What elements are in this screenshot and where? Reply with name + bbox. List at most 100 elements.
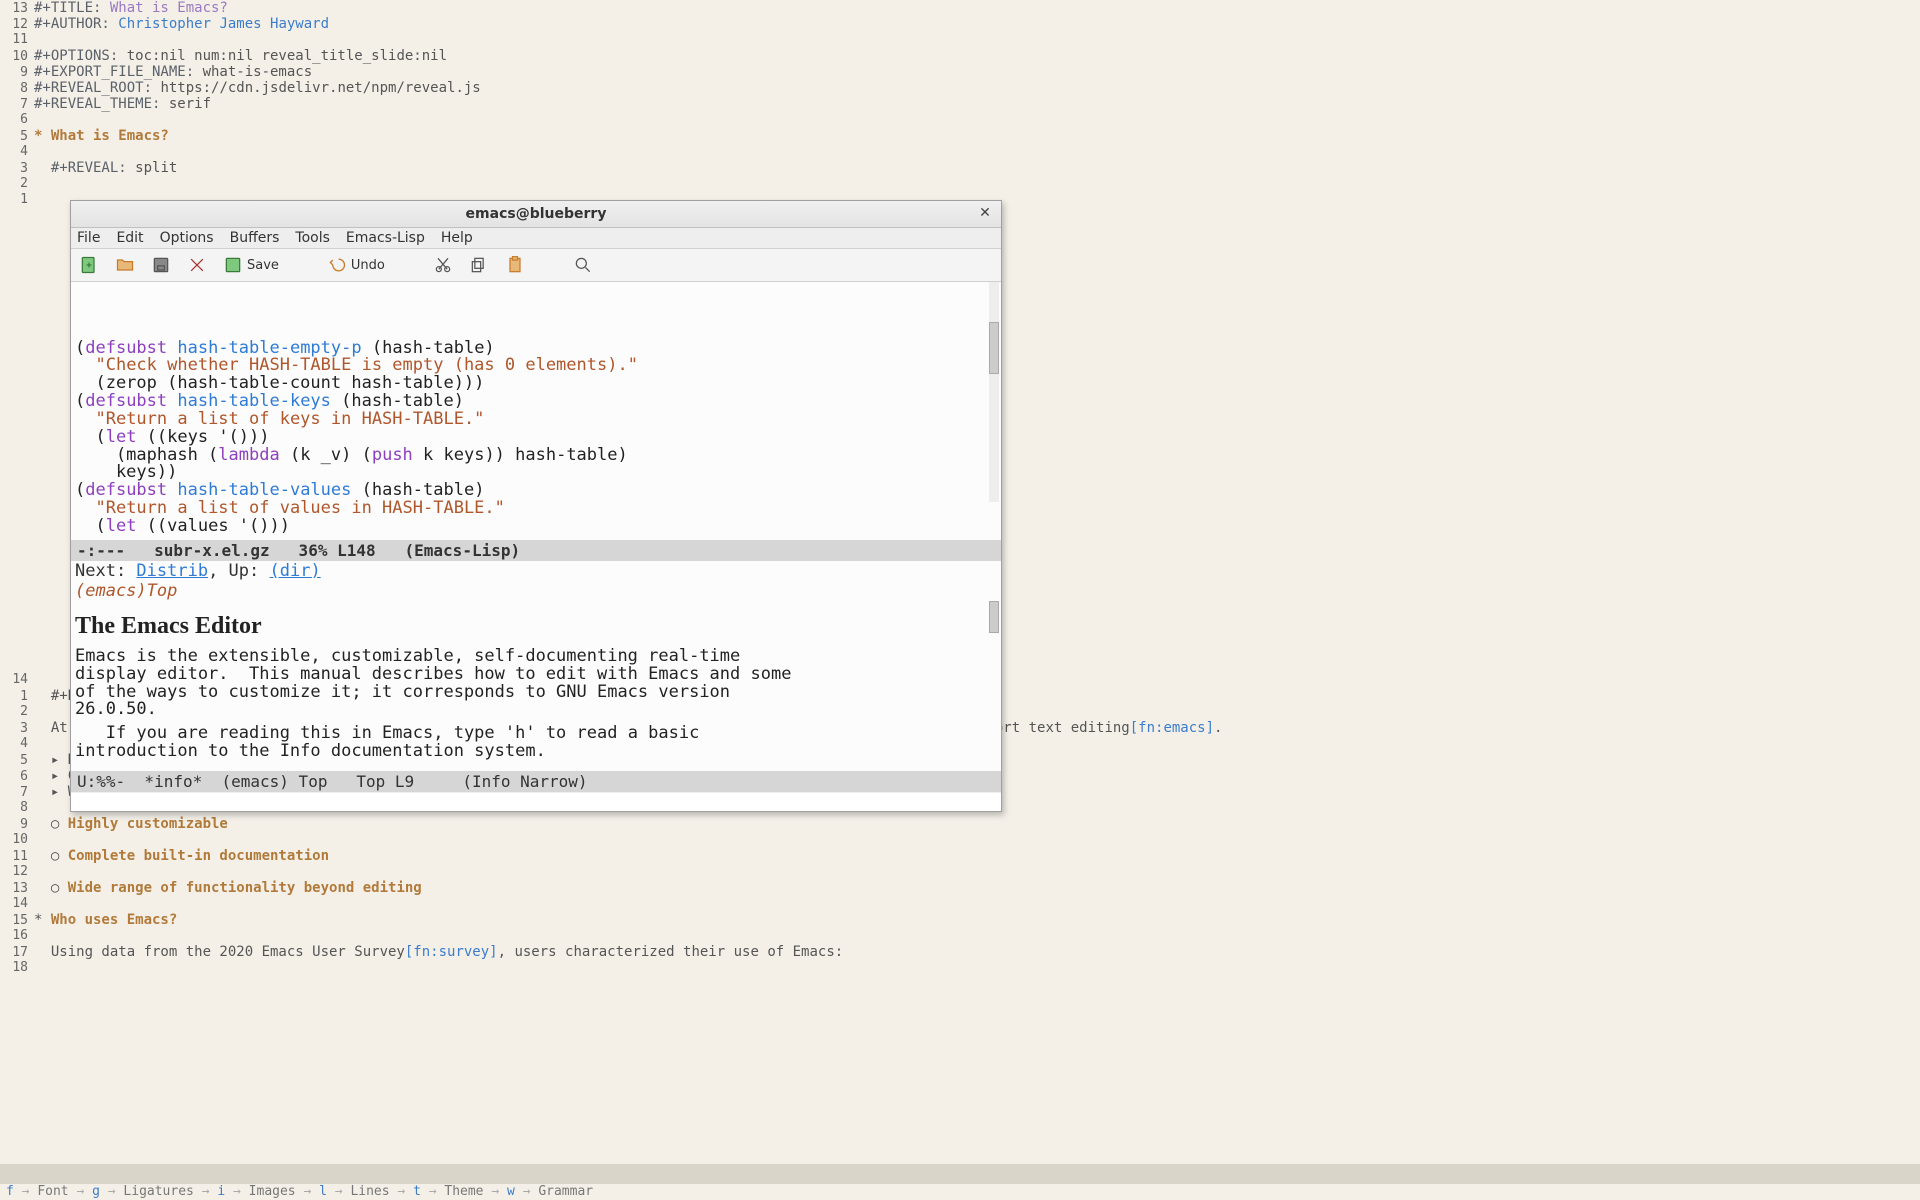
line-content: ○ Complete built-in documentation	[34, 848, 329, 864]
code-line[interactable]: 10#+OPTIONS: toc:nil num:nil reveal_titl…	[0, 48, 1920, 64]
minibar-key[interactable]: l	[319, 1184, 327, 1199]
manual-para-2: If you are reading this in Emacs, type '…	[75, 725, 997, 761]
menu-tools[interactable]: Tools	[295, 230, 330, 246]
inner-modeline-bottom: U:%%- *info* (emacs) Top Top L9 (Info Na…	[71, 771, 1001, 792]
save-button[interactable]: Save	[221, 253, 281, 277]
gutter: 9	[0, 817, 34, 833]
menu-file[interactable]: File	[77, 230, 100, 246]
gutter: 5	[0, 129, 34, 145]
inner-modeline-top: -:--- subr-x.el.gz 36% L148 (Emacs-Lisp)	[71, 540, 1001, 561]
line-content: #+TITLE: What is Emacs?	[34, 0, 228, 16]
code-line[interactable]: 9#+EXPORT_FILE_NAME: what-is-emacs	[0, 64, 1920, 80]
info-next-link[interactable]: Distrib	[136, 561, 208, 581]
gutter: 6	[0, 769, 34, 785]
menu-help[interactable]: Help	[441, 230, 473, 246]
cut-icon[interactable]	[431, 253, 455, 277]
code-line[interactable]: 4	[0, 144, 1920, 160]
code-line[interactable]: 7#+REVEAL_THEME: serif	[0, 96, 1920, 112]
copy-icon[interactable]	[467, 253, 491, 277]
inner-scrollbar-top[interactable]	[989, 282, 999, 502]
code-line[interactable]: 11	[0, 32, 1920, 48]
code-line[interactable]: 3 #+REVEAL: split	[0, 160, 1920, 176]
gutter: 15	[0, 913, 34, 929]
close-icon[interactable]: ✕	[975, 203, 995, 223]
menu-edit[interactable]: Edit	[116, 230, 143, 246]
code-line[interactable]: 17 Using data from the 2020 Emacs User S…	[0, 944, 1920, 960]
inner-minibuffer[interactable]	[71, 792, 1001, 811]
minibar-key[interactable]: f	[6, 1184, 14, 1199]
new-file-icon[interactable]	[77, 253, 101, 277]
gutter: 10	[0, 49, 34, 65]
gutter: 8	[0, 800, 34, 816]
gutter: 8	[0, 81, 34, 97]
close-x-icon[interactable]	[185, 253, 209, 277]
code-line[interactable]: 10	[0, 832, 1920, 848]
search-icon[interactable]	[571, 253, 595, 277]
gutter: 12	[0, 17, 34, 33]
info-manual-pane[interactable]: The Emacs Editor Emacs is the extensible…	[71, 601, 1001, 771]
gutter: 18	[0, 960, 34, 976]
paste-icon[interactable]	[503, 253, 527, 277]
code-line[interactable]: 11 ○ Complete built-in documentation	[0, 848, 1920, 864]
outer-modeline: < .emacs.d/docs/slides/what-is-emacs.org…	[0, 1164, 1920, 1184]
save-disk-icon[interactable]	[149, 253, 173, 277]
minibar-key[interactable]: i	[217, 1184, 225, 1199]
gutter: 9	[0, 65, 34, 81]
code-line[interactable]: 18	[0, 960, 1920, 976]
gutter: 10	[0, 832, 34, 848]
code-line[interactable]: 6	[0, 112, 1920, 128]
info-scope: (emacs)Top	[71, 581, 1001, 601]
minibar-label: Lines	[350, 1184, 389, 1199]
minibar-key[interactable]: w	[507, 1184, 515, 1199]
code-line[interactable]: 12	[0, 864, 1920, 880]
gutter: 4	[0, 144, 34, 160]
manual-heading: The Emacs Editor	[75, 613, 997, 640]
line-content: * What is Emacs?	[34, 128, 169, 144]
gutter: 4	[0, 736, 34, 752]
code-line[interactable]: 8#+REVEAL_ROOT: https://cdn.jsdelivr.net…	[0, 80, 1920, 96]
code-line[interactable]: 9 ○ Highly customizable	[0, 816, 1920, 832]
gutter: 6	[0, 112, 34, 128]
info-nav: Next: Distrib, Up: (dir)	[71, 561, 1001, 581]
window-title: emacs@blueberry	[466, 206, 607, 222]
gutter: 13	[0, 1, 34, 17]
undo-button[interactable]: Undo	[325, 253, 387, 277]
minibar-key[interactable]: g	[92, 1184, 100, 1199]
code-line[interactable]: 16	[0, 928, 1920, 944]
inner-emacs-window: emacs@blueberry ✕ File Edit Options Buffers…	[70, 200, 1002, 812]
code-line[interactable]: 2	[0, 176, 1920, 192]
code-line[interactable]: 12#+AUTHOR: Christopher James Hayward	[0, 16, 1920, 32]
code-line[interactable]: 13 ○ Wide range of functionality beyond …	[0, 880, 1920, 896]
inner-code-line: (maphash (lambda (k _v) (push k keys)) h…	[75, 447, 997, 465]
gutter: 11	[0, 32, 34, 48]
inner-toolbar: Save Undo	[71, 249, 1001, 282]
code-line[interactable]: 14	[0, 896, 1920, 912]
outer-minibuffer[interactable]: f → Font → g → Ligatures → i → Images → …	[0, 1184, 1920, 1200]
minibar-key[interactable]: t	[413, 1184, 421, 1199]
inner-code-pane[interactable]: (defsubst hash-table-empty-p (hash-table…	[71, 282, 1001, 540]
menu-options[interactable]: Options	[160, 230, 214, 246]
minibar-label: Grammar	[538, 1184, 593, 1199]
gutter: 7	[0, 785, 34, 801]
line-content: * Who uses Emacs?	[34, 912, 177, 928]
gutter: 3	[0, 721, 34, 737]
open-folder-icon[interactable]	[113, 253, 137, 277]
window-titlebar[interactable]: emacs@blueberry ✕	[71, 201, 1001, 228]
line-content: #+OPTIONS: toc:nil num:nil reveal_title_…	[34, 48, 447, 64]
code-line[interactable]: 5* What is Emacs?	[0, 128, 1920, 144]
line-content: #+REVEAL_THEME: serif	[34, 96, 211, 112]
line-content: ○ Highly customizable	[34, 816, 228, 832]
minibar-label: Images	[249, 1184, 296, 1199]
manual-para-1: Emacs is the extensible, customizable, s…	[75, 648, 997, 719]
gutter: 14	[0, 672, 34, 688]
gutter-mid: 1	[0, 192, 34, 208]
code-line[interactable]: 13#+TITLE: What is Emacs?	[0, 0, 1920, 16]
inner-scrollbar-bottom[interactable]	[989, 601, 999, 631]
line-content: #+REVEAL: split	[34, 160, 177, 176]
gutter: 2	[0, 704, 34, 720]
menu-buffers[interactable]: Buffers	[230, 230, 280, 246]
info-up-link[interactable]: (dir)	[270, 561, 321, 581]
menu-emacslisp[interactable]: Emacs-Lisp	[346, 230, 425, 246]
gutter: 2	[0, 176, 34, 192]
code-line[interactable]: 15* Who uses Emacs?	[0, 912, 1920, 928]
